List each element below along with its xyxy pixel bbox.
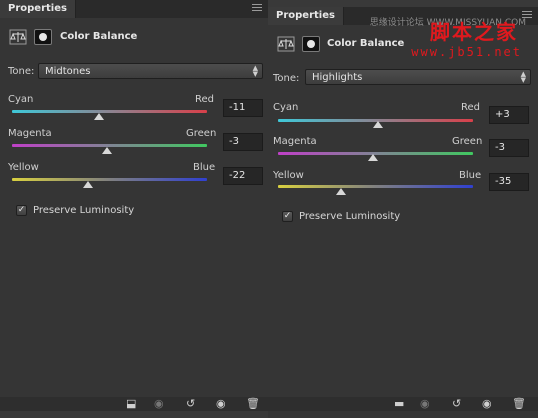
tone-value: Highlights: [312, 72, 363, 83]
cyan-red-value[interactable]: +3: [489, 106, 529, 124]
panel-header: Color Balance: [0, 20, 268, 54]
preserve-luminosity-checkbox[interactable]: ✓: [16, 205, 27, 216]
properties-tab[interactable]: Properties: [268, 7, 344, 25]
slider-label-left: Yellow: [273, 170, 304, 181]
clip-icon[interactable]: ⬓: [126, 397, 136, 411]
scale-icon: [277, 36, 295, 52]
visibility-toggle-icon[interactable]: ◉: [420, 397, 430, 411]
trash-icon[interactable]: 🗑: [246, 397, 260, 411]
reset-icon[interactable]: ↺: [452, 397, 461, 411]
slider-label-right: Red: [461, 102, 480, 113]
dropdown-arrows-icon: ▲ ▼: [252, 64, 258, 78]
adjustment-title: Color Balance: [327, 38, 405, 49]
yellow-blue-value[interactable]: -22: [223, 167, 263, 185]
properties-tab[interactable]: Properties: [0, 0, 76, 18]
magenta-green-value[interactable]: -3: [223, 133, 263, 151]
panel-header: Color Balance: [268, 27, 538, 61]
magenta-green-value[interactable]: -3: [489, 139, 529, 157]
yellow-blue-thumb[interactable]: [336, 188, 347, 195]
panel-footer: ▬ ◉ ↺ ◉ 🗑: [268, 397, 538, 411]
slider-label-right: Green: [452, 136, 483, 147]
slider-label-left: Yellow: [8, 162, 39, 173]
adjustment-title: Color Balance: [60, 31, 138, 42]
trash-icon[interactable]: 🗑: [512, 397, 526, 411]
yellow-blue-value[interactable]: -35: [489, 173, 529, 191]
slider-label-left: Cyan: [8, 94, 34, 105]
properties-panel-midtones: Properties Color Balance Tone: Midtones …: [0, 0, 268, 411]
yellow-blue-track[interactable]: [278, 185, 473, 188]
scale-icon: [9, 29, 27, 45]
cyan-red-thumb[interactable]: [93, 113, 104, 120]
visibility-toggle-icon[interactable]: ◉: [154, 397, 164, 411]
slider-label-left: Magenta: [8, 128, 52, 139]
panel-footer: ⬓ ◉ ↺ ◉ 🗑: [0, 397, 268, 411]
mask-icon[interactable]: [302, 36, 320, 52]
tone-value: Midtones: [45, 66, 91, 77]
preserve-luminosity-label: Preserve Luminosity: [33, 205, 135, 216]
tone-select[interactable]: Midtones ▲ ▼: [38, 63, 263, 79]
slider-label-right: Blue: [459, 170, 482, 181]
cyan-red-value[interactable]: -11: [223, 99, 263, 117]
magenta-green-thumb[interactable]: [367, 154, 378, 161]
reset-icon[interactable]: ↺: [186, 397, 195, 411]
dropdown-arrows-icon: ▲ ▼: [520, 70, 526, 84]
cyan-red-thumb[interactable]: [373, 121, 384, 128]
properties-panel-highlights: Properties 思缘设计论坛 WWW.MISSYUAN.COM 脚本之家 …: [268, 7, 538, 418]
tone-select[interactable]: Highlights ▲ ▼: [305, 69, 531, 85]
preserve-luminosity-label: Preserve Luminosity: [299, 211, 401, 222]
tone-label: Tone:: [8, 66, 35, 77]
eye-icon[interactable]: ◉: [482, 397, 492, 411]
slider-label-right: Green: [186, 128, 217, 139]
magenta-green-thumb[interactable]: [101, 147, 112, 154]
tone-label: Tone:: [273, 73, 300, 84]
slider-label-left: Magenta: [273, 136, 317, 147]
slider-label-right: Blue: [193, 162, 216, 173]
yellow-blue-thumb[interactable]: [83, 181, 94, 188]
cyan-red-track[interactable]: [12, 110, 207, 113]
slider-label-left: Cyan: [273, 102, 299, 113]
preserve-luminosity-checkbox[interactable]: ✓: [282, 211, 293, 222]
menu-icon[interactable]: [252, 4, 262, 14]
eye-icon[interactable]: ◉: [216, 397, 226, 411]
clip-icon[interactable]: ▬: [394, 397, 404, 411]
mask-icon[interactable]: [34, 29, 52, 45]
panel-titlebar: Properties: [0, 0, 268, 18]
slider-label-right: Red: [195, 94, 214, 105]
yellow-blue-track[interactable]: [12, 178, 207, 181]
